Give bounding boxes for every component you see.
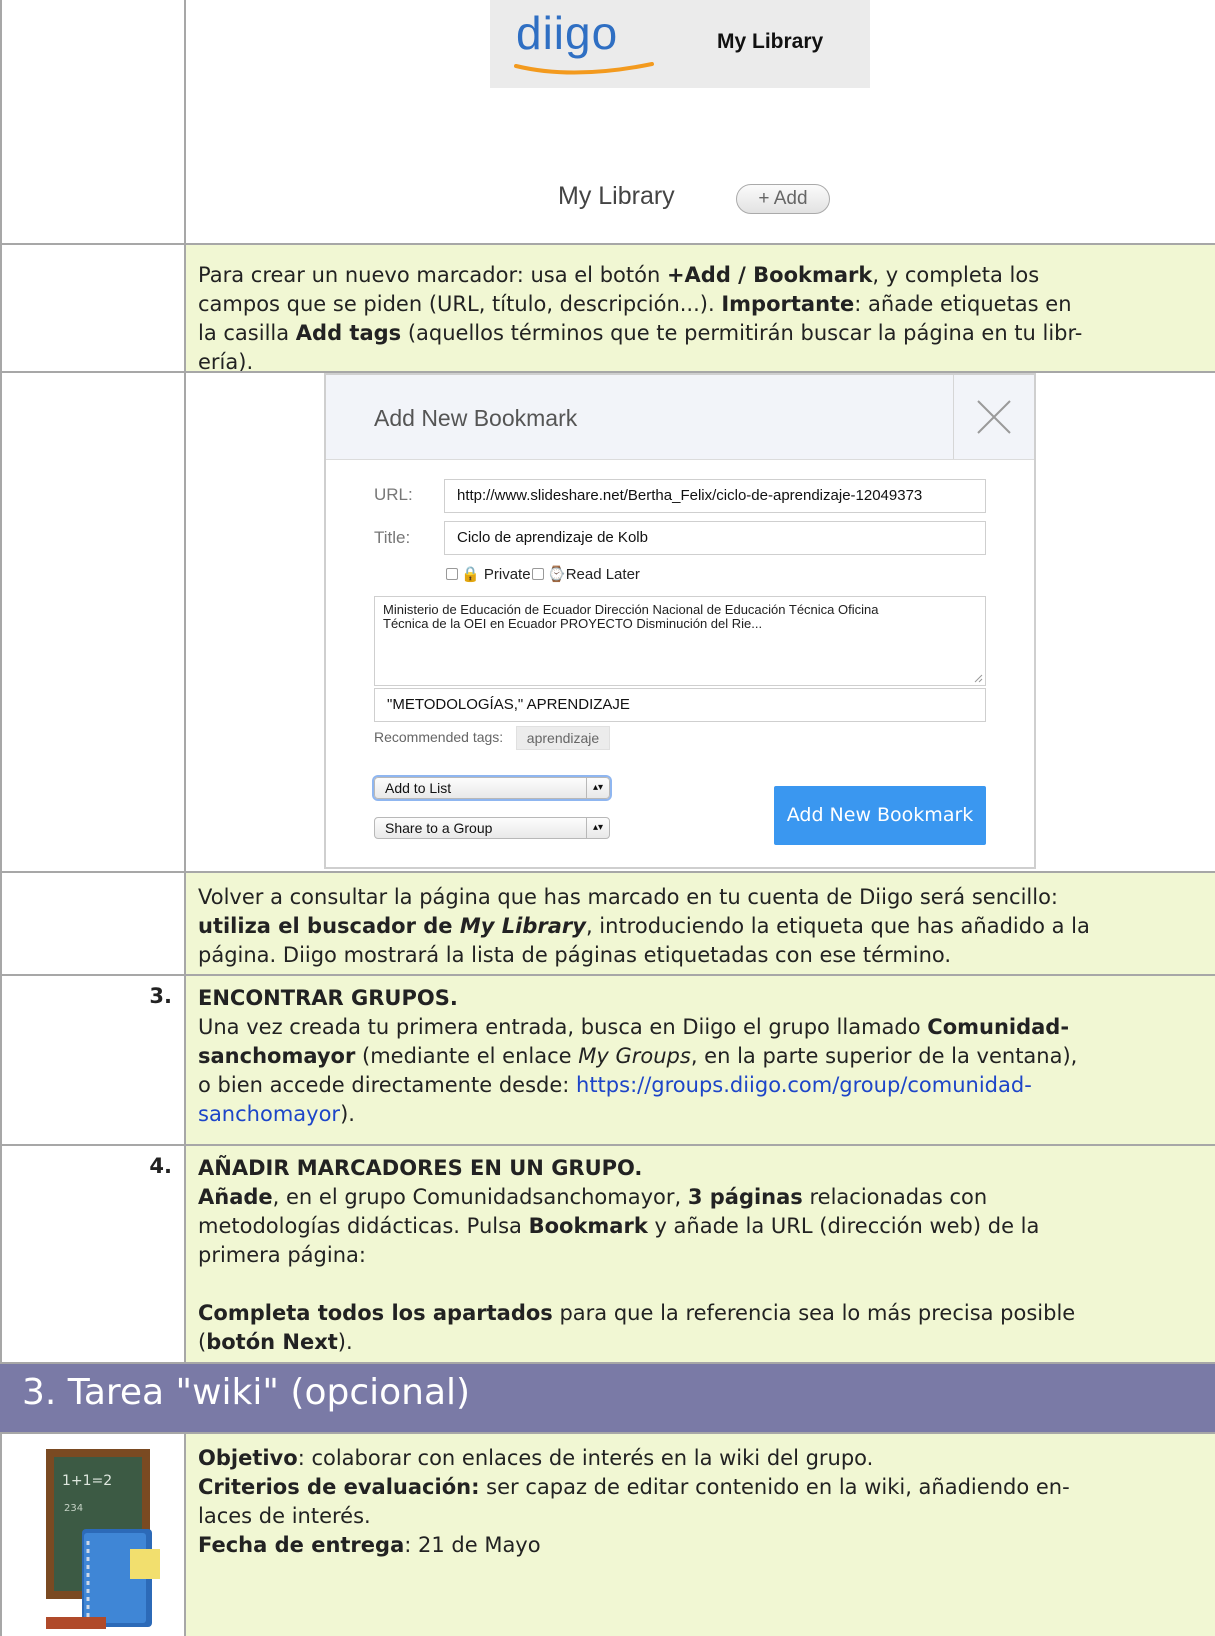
resize-handle-icon[interactable] <box>973 673 983 683</box>
select-arrows-icon: ▴▾ <box>586 818 609 838</box>
intro-paragraph: Para crear un nuevo marcador: usa el bot… <box>198 263 1083 374</box>
url-label: URL: <box>374 485 413 504</box>
description-textarea[interactable]: Ministerio de Educación de Ecuador Direc… <box>374 596 986 686</box>
section-heading: 3. Tarea "wiki" (opcional) <box>22 1372 471 1413</box>
left-cell <box>0 373 186 871</box>
svg-text:1+1=2: 1+1=2 <box>62 1473 112 1489</box>
close-icon <box>977 400 1011 434</box>
dialog-header: Add New Bookmark <box>326 375 1034 460</box>
row-task: 1+1=2 234 Objetivo: colaborar con enlace… <box>0 1432 1215 1636</box>
chalkboard-books-icon: 1+1=2 234 <box>46 1449 160 1629</box>
row-search: Volver a consultar la página que has mar… <box>0 871 1215 974</box>
add-to-list-select[interactable]: Add to List ▴▾ <box>374 777 610 799</box>
private-checkbox[interactable]: 🔒 Private <box>446 565 531 583</box>
banner-title: My Library <box>717 30 824 53</box>
tags-field[interactable]: "METODOLOGÍAS," APRENDIZAJE <box>374 688 986 722</box>
group-link-continued[interactable]: sanchomayor <box>198 1102 340 1126</box>
recommended-tag[interactable]: aprendizaje <box>516 726 610 750</box>
add-new-bookmark-button[interactable]: Add New Bookmark <box>774 786 986 845</box>
url-field[interactable]: http://www.slideshare.net/Bertha_Felix/c… <box>444 479 986 513</box>
logo-swoosh-icon <box>514 62 654 75</box>
dialog-title: Add New Bookmark <box>374 405 578 431</box>
clock-icon: ⌚ <box>547 566 566 583</box>
row-step-4: 4. AÑADIR MARCADORES EN UN GRUPO. Añade,… <box>0 1144 1215 1362</box>
left-cell <box>0 873 186 974</box>
document: diigo My Library My Library + Add Para c… <box>0 0 1215 1636</box>
share-to-group-select[interactable]: Share to a Group ▴▾ <box>374 817 610 839</box>
step-number: 3. <box>149 984 172 1008</box>
right-cell: Para crear un nuevo marcador: usa el bot… <box>186 245 1215 374</box>
right-cell: AÑADIR MARCADORES EN UN GRUPO. Añade, en… <box>186 1146 1215 1362</box>
row-step-3: 3. ENCONTRAR GRUPOS. Una vez creada tu p… <box>0 974 1215 1144</box>
read-later-checkbox[interactable]: ⌚Read Later <box>532 565 640 583</box>
close-button[interactable] <box>953 375 1034 459</box>
right-cell: Objetivo: colaborar con enlaces de inter… <box>186 1434 1215 1636</box>
step-number: 4. <box>149 1154 172 1178</box>
step-4-paragraph: AÑADIR MARCADORES EN UN GRUPO. Añade, en… <box>198 1156 1076 1354</box>
svg-text:234: 234 <box>64 1503 83 1514</box>
right-cell: ENCONTRAR GRUPOS. Una vez creada tu prim… <box>186 976 1215 1144</box>
left-cell <box>0 0 186 243</box>
left-cell: 3. <box>0 976 186 1144</box>
my-library-title: My Library <box>558 182 675 210</box>
lock-icon: 🔒 <box>461 566 480 583</box>
row-intro: Para crear un nuevo marcador: usa el bot… <box>0 243 1215 374</box>
left-cell: 4. <box>0 1146 186 1362</box>
step-3-paragraph: ENCONTRAR GRUPOS. Una vez creada tu prim… <box>198 986 1078 1126</box>
checkbox-box <box>532 568 544 580</box>
task-paragraph: Objetivo: colaborar con enlaces de inter… <box>198 1446 1070 1557</box>
checkbox-box <box>446 568 458 580</box>
add-bookmark-dialog: Add New Bookmark URL: http://www.slidesh… <box>324 373 1036 869</box>
section-heading-bar: 3. Tarea "wiki" (opcional) <box>0 1362 1215 1432</box>
title-label: Title: <box>374 528 411 547</box>
left-cell <box>0 245 186 371</box>
left-cell: 1+1=2 234 <box>0 1434 186 1636</box>
add-button[interactable]: + Add <box>736 184 830 214</box>
search-paragraph: Volver a consultar la página que has mar… <box>198 885 1090 967</box>
select-arrows-icon: ▴▾ <box>586 778 609 798</box>
group-link[interactable]: https://groups.diigo.com/group/comunidad… <box>576 1073 1032 1097</box>
title-field[interactable]: Ciclo de aprendizaje de Kolb <box>444 521 986 555</box>
recommended-tags-label: Recommended tags: <box>374 729 504 745</box>
diigo-banner: diigo My Library <box>490 0 870 88</box>
right-cell: Volver a consultar la página que has mar… <box>186 873 1215 974</box>
diigo-logo: diigo <box>516 7 619 59</box>
